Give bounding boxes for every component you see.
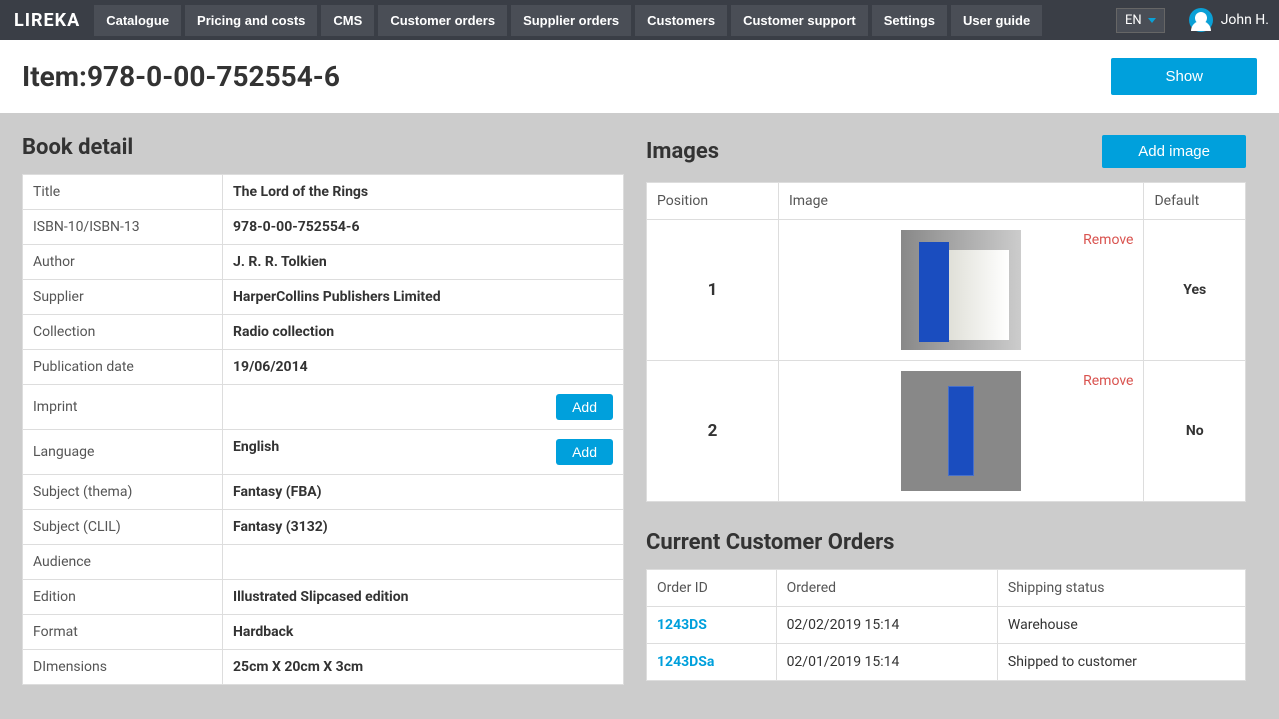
detail-row: Publication date19/06/2014 xyxy=(23,350,624,385)
book-thumbnail[interactable] xyxy=(901,371,1021,491)
image-default: No xyxy=(1144,361,1246,502)
image-row: 1 Remove Yes xyxy=(647,220,1246,361)
top-navbar: LIREKA Catalogue Pricing and costs CMS C… xyxy=(0,0,1279,40)
remove-image-link[interactable]: Remove xyxy=(1083,232,1133,248)
detail-row: ISBN-10/ISBN-13978-0-00-752554-6 xyxy=(23,210,624,245)
language-selector[interactable]: EN xyxy=(1116,8,1165,33)
page-title: Item:978-0-00-752554-6 xyxy=(22,60,340,93)
image-cell: Remove xyxy=(778,361,1143,502)
book-detail-heading: Book detail xyxy=(22,135,133,160)
user-menu[interactable]: John H. xyxy=(1169,8,1269,32)
order-row: 1243DS 02/02/2019 15:14 Warehouse xyxy=(647,607,1246,644)
order-status: Shipped to customer xyxy=(997,644,1245,681)
detail-value: Fantasy (FBA) xyxy=(223,475,624,510)
nav-customer-support[interactable]: Customer support xyxy=(731,5,868,36)
detail-label: Edition xyxy=(23,580,223,615)
order-row: 1243DSa 02/01/2019 15:14 Shipped to cust… xyxy=(647,644,1246,681)
images-col-position: Position xyxy=(647,183,779,220)
detail-row: TitleThe Lord of the Rings xyxy=(23,175,624,210)
book-thumbnail[interactable] xyxy=(901,230,1021,350)
detail-row: LanguageEnglishAdd xyxy=(23,430,624,475)
order-status: Warehouse xyxy=(997,607,1245,644)
detail-label: Subject (thema) xyxy=(23,475,223,510)
order-link[interactable]: 1243DSa xyxy=(657,654,714,670)
add-image-button[interactable]: Add image xyxy=(1102,135,1246,168)
detail-value: Radio collection xyxy=(223,315,624,350)
image-cell: Remove xyxy=(778,220,1143,361)
main-content: Book detail TitleThe Lord of the RingsIS… xyxy=(0,113,1279,707)
chevron-down-icon xyxy=(1148,18,1156,23)
detail-value: Fantasy (3132) xyxy=(223,510,624,545)
detail-label: ISBN-10/ISBN-13 xyxy=(23,210,223,245)
detail-value: The Lord of the Rings xyxy=(223,175,624,210)
nav-customer-orders[interactable]: Customer orders xyxy=(378,5,507,36)
order-date: 02/01/2019 15:14 xyxy=(776,644,997,681)
image-position: 1 xyxy=(647,220,779,361)
detail-row: SupplierHarperCollins Publishers Limited xyxy=(23,280,624,315)
orders-heading: Current Customer Orders xyxy=(646,530,894,555)
remove-image-link[interactable]: Remove xyxy=(1083,373,1133,389)
nav-supplier-orders[interactable]: Supplier orders xyxy=(511,5,631,36)
nav-user-guide[interactable]: User guide xyxy=(951,5,1042,36)
nav-cms[interactable]: CMS xyxy=(321,5,374,36)
detail-row: DImensions25cm X 20cm X 3cm xyxy=(23,650,624,685)
detail-label: Format xyxy=(23,615,223,650)
detail-label: Audience xyxy=(23,545,223,580)
detail-row: Imprint Add xyxy=(23,385,624,430)
show-button[interactable]: Show xyxy=(1111,58,1257,95)
detail-value: 978-0-00-752554-6 xyxy=(223,210,624,245)
detail-row: Audience xyxy=(23,545,624,580)
detail-label: Language xyxy=(23,430,223,475)
language-label: EN xyxy=(1125,13,1142,28)
detail-label: Collection xyxy=(23,315,223,350)
images-col-default: Default xyxy=(1144,183,1246,220)
detail-value xyxy=(223,545,624,580)
detail-value: 25cm X 20cm X 3cm xyxy=(223,650,624,685)
nav-catalogue[interactable]: Catalogue xyxy=(94,5,181,36)
nav-customers[interactable]: Customers xyxy=(635,5,727,36)
detail-row: CollectionRadio collection xyxy=(23,315,624,350)
detail-row: FormatHardback xyxy=(23,615,624,650)
detail-value: J. R. R. Tolkien xyxy=(223,245,624,280)
add-button[interactable]: Add xyxy=(556,394,613,420)
page-header: Item:978-0-00-752554-6 Show xyxy=(0,40,1279,113)
image-row: 2 Remove No xyxy=(647,361,1246,502)
avatar-icon xyxy=(1189,8,1213,32)
detail-label: Supplier xyxy=(23,280,223,315)
image-position: 2 xyxy=(647,361,779,502)
orders-col-id: Order ID xyxy=(647,570,777,607)
user-name: John H. xyxy=(1221,12,1269,28)
detail-label: Author xyxy=(23,245,223,280)
images-table: Position Image Default 1 Remove Yes xyxy=(646,182,1246,502)
nav-pricing[interactable]: Pricing and costs xyxy=(185,5,317,36)
detail-label: Title xyxy=(23,175,223,210)
detail-label: Publication date xyxy=(23,350,223,385)
detail-value: EnglishAdd xyxy=(223,430,624,475)
detail-value: Hardback xyxy=(223,615,624,650)
detail-row: EditionIllustrated Slipcased edition xyxy=(23,580,624,615)
image-default: Yes xyxy=(1144,220,1246,361)
detail-label: DImensions xyxy=(23,650,223,685)
detail-value: HarperCollins Publishers Limited xyxy=(223,280,624,315)
detail-value: Illustrated Slipcased edition xyxy=(223,580,624,615)
add-button[interactable]: Add xyxy=(556,439,613,465)
detail-label: Imprint xyxy=(23,385,223,430)
orders-col-status: Shipping status xyxy=(997,570,1245,607)
detail-value: Add xyxy=(223,385,624,430)
orders-table: Order ID Ordered Shipping status 1243DS … xyxy=(646,569,1246,681)
order-date: 02/02/2019 15:14 xyxy=(776,607,997,644)
detail-value: 19/06/2014 xyxy=(223,350,624,385)
detail-label: Subject (CLIL) xyxy=(23,510,223,545)
images-heading: Images xyxy=(646,139,719,164)
order-link[interactable]: 1243DS xyxy=(657,617,707,633)
brand-logo: LIREKA xyxy=(10,10,90,31)
images-col-image: Image xyxy=(778,183,1143,220)
orders-col-ordered: Ordered xyxy=(776,570,997,607)
detail-row: Subject (thema)Fantasy (FBA) xyxy=(23,475,624,510)
detail-row: Subject (CLIL)Fantasy (3132) xyxy=(23,510,624,545)
book-detail-table: TitleThe Lord of the RingsISBN-10/ISBN-1… xyxy=(22,174,624,685)
detail-row: AuthorJ. R. R. Tolkien xyxy=(23,245,624,280)
nav-settings[interactable]: Settings xyxy=(872,5,947,36)
